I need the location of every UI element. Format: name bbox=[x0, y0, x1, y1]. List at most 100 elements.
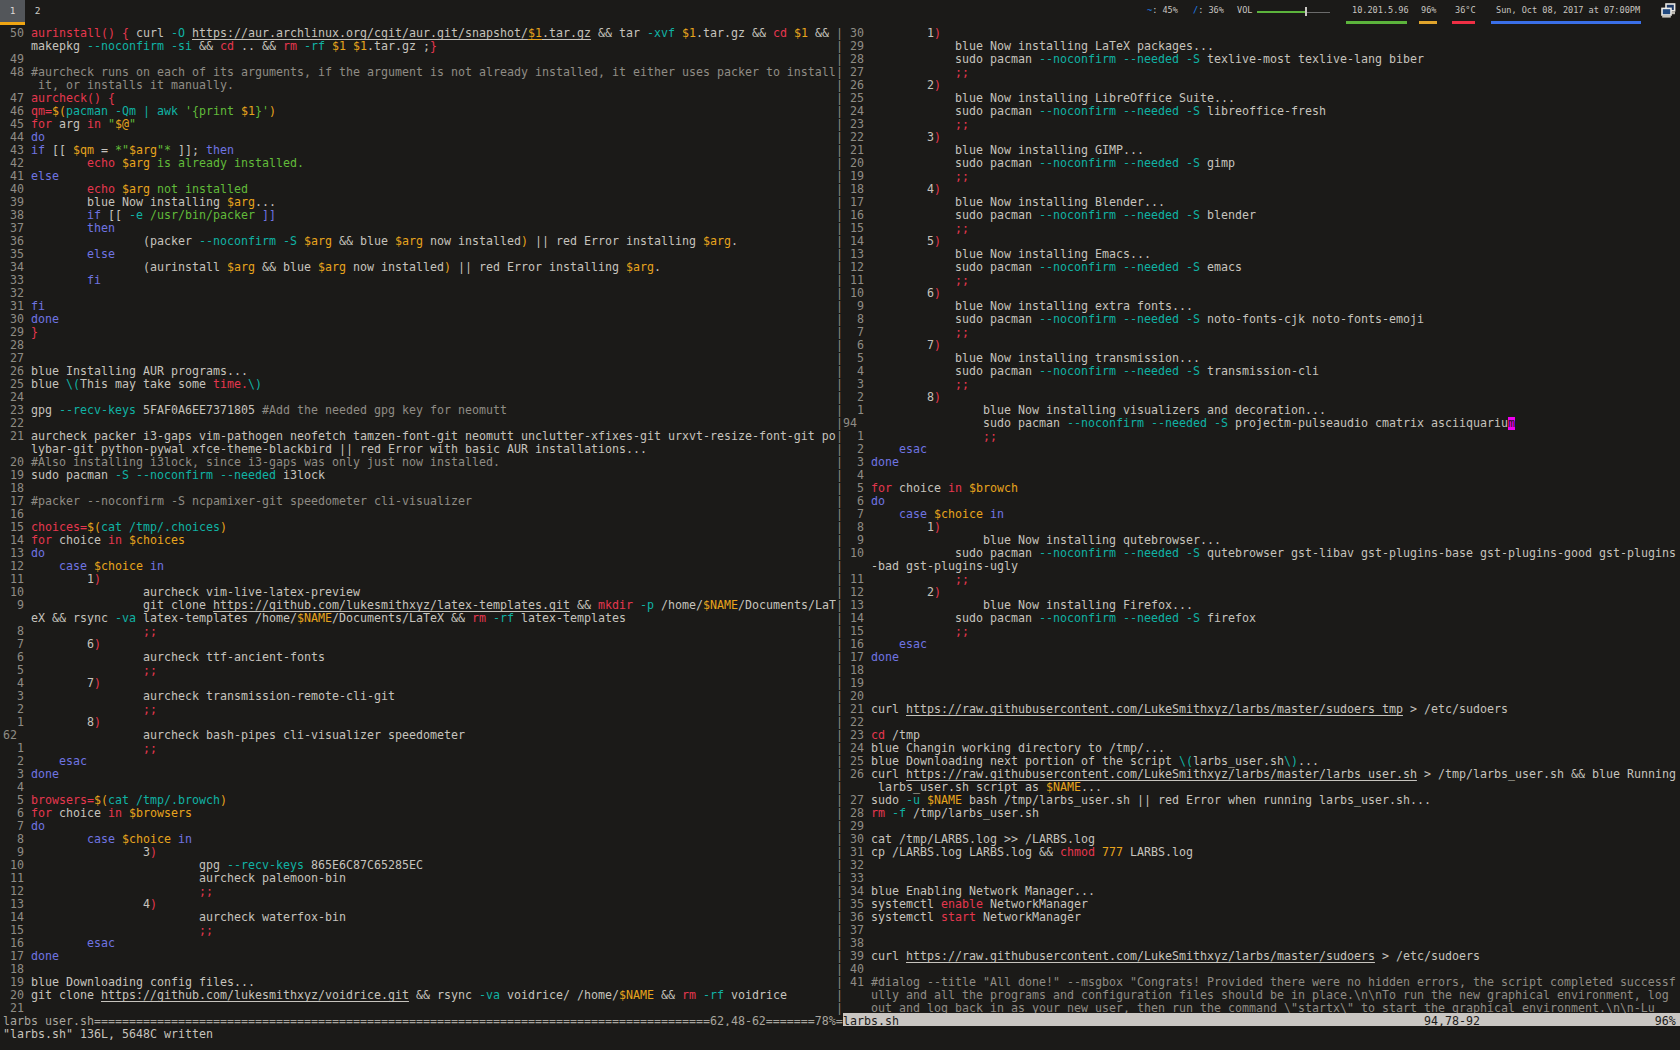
window-separator[interactable]: | bbox=[836, 196, 843, 209]
window-separator[interactable]: | bbox=[836, 443, 843, 456]
window-separator[interactable]: | bbox=[836, 118, 843, 131]
window-separator[interactable]: | bbox=[836, 157, 843, 170]
window-separator[interactable]: | bbox=[836, 430, 843, 443]
window-separator[interactable]: | bbox=[836, 599, 843, 612]
line-number: 20 bbox=[843, 690, 871, 703]
window-separator[interactable]: | bbox=[836, 391, 843, 404]
window-separator[interactable]: | bbox=[836, 92, 843, 105]
workspace-tag-2[interactable]: 2 bbox=[25, 0, 50, 25]
window-separator[interactable]: | bbox=[836, 469, 843, 482]
window-separator[interactable]: | bbox=[836, 261, 843, 274]
window-separator[interactable]: | bbox=[836, 742, 843, 755]
window-separator[interactable]: | bbox=[836, 417, 843, 430]
window-separator[interactable]: | bbox=[836, 79, 843, 92]
window-separator[interactable]: | bbox=[836, 209, 843, 222]
window-separator[interactable]: | bbox=[836, 794, 843, 807]
window-separator[interactable]: | bbox=[836, 612, 843, 625]
window-separator[interactable]: | bbox=[836, 651, 843, 664]
statusline-inactive-larbs-user[interactable]: larbs_user.sh===========================… bbox=[3, 1013, 843, 1026]
right-window-line: 37 bbox=[843, 924, 1676, 937]
window-separator[interactable]: | bbox=[836, 404, 843, 417]
vim-terminal[interactable]: 50 aurinstall() { curl -O https://aur.ar… bbox=[3, 25, 1677, 1039]
code-segment: && tar bbox=[591, 27, 647, 40]
code-segment: not installed bbox=[150, 183, 248, 196]
code-segment: else bbox=[87, 248, 115, 261]
window-separator[interactable]: | bbox=[836, 53, 843, 66]
window-separator[interactable]: | bbox=[836, 846, 843, 859]
window-separator[interactable]: | bbox=[836, 638, 843, 651]
window-separator[interactable]: | bbox=[836, 963, 843, 976]
window-separator[interactable]: | bbox=[836, 365, 843, 378]
statusline-active-larbs[interactable]: larbs.sh 94,78-92 96% bbox=[843, 1013, 1680, 1026]
window-separator[interactable]: | bbox=[836, 534, 843, 547]
window-separator[interactable]: | bbox=[836, 911, 843, 924]
right-window-line: 4 bbox=[843, 469, 1676, 482]
window-separator[interactable]: | bbox=[836, 664, 843, 677]
window-separator[interactable]: | bbox=[836, 976, 843, 989]
network-displays-tray-icon[interactable] bbox=[1660, 2, 1676, 18]
window-separator[interactable]: | bbox=[836, 586, 843, 599]
window-separator[interactable]: | bbox=[836, 105, 843, 118]
window-separator[interactable]: | bbox=[836, 131, 843, 144]
window-separator[interactable]: | bbox=[836, 300, 843, 313]
window-separator[interactable]: | bbox=[836, 950, 843, 963]
window-separator[interactable]: | bbox=[836, 781, 843, 794]
workspace-tag-1[interactable]: 1 bbox=[0, 0, 25, 25]
window-separator[interactable]: | bbox=[836, 27, 843, 40]
window-separator[interactable]: | bbox=[836, 573, 843, 586]
window-separator[interactable]: | bbox=[836, 898, 843, 911]
window-separator[interactable]: | bbox=[836, 859, 843, 872]
window-separator[interactable]: | bbox=[836, 768, 843, 781]
window-separator[interactable]: | bbox=[836, 989, 843, 1002]
window-separator[interactable]: | bbox=[836, 222, 843, 235]
window-separator[interactable]: | bbox=[836, 248, 843, 261]
window-separator[interactable]: | bbox=[836, 326, 843, 339]
window-separator[interactable]: | bbox=[836, 690, 843, 703]
window-separator[interactable]: | bbox=[836, 378, 843, 391]
window-separator[interactable]: | bbox=[836, 937, 843, 950]
window-separator[interactable]: | bbox=[836, 352, 843, 365]
code-segment: } bbox=[31, 326, 38, 339]
window-separator[interactable]: | bbox=[836, 40, 843, 53]
code-segment: -S bbox=[115, 469, 129, 482]
code-segment: --needed bbox=[1123, 365, 1179, 378]
line-number: 19 bbox=[3, 469, 31, 482]
code-segment: $1 bbox=[794, 27, 808, 40]
window-separator[interactable]: | bbox=[836, 885, 843, 898]
volume-slider-filled[interactable] bbox=[1257, 11, 1305, 13]
window-separator[interactable]: | bbox=[836, 313, 843, 326]
window-separator[interactable]: | bbox=[836, 625, 843, 638]
window-separator[interactable]: | bbox=[836, 872, 843, 885]
code-segment bbox=[31, 560, 59, 573]
window-separator[interactable]: | bbox=[836, 560, 843, 573]
window-separator[interactable]: | bbox=[836, 833, 843, 846]
volume-slider-track[interactable] bbox=[1307, 12, 1330, 13]
window-separator[interactable]: | bbox=[836, 807, 843, 820]
window-separator[interactable]: | bbox=[836, 274, 843, 287]
window-separator[interactable]: | bbox=[836, 183, 843, 196]
window-separator[interactable]: | bbox=[836, 703, 843, 716]
window-separator[interactable]: | bbox=[836, 508, 843, 521]
window-separator[interactable]: | bbox=[836, 495, 843, 508]
window-separator[interactable]: | bbox=[836, 170, 843, 183]
window-separator[interactable]: | bbox=[836, 677, 843, 690]
window-separator[interactable]: | bbox=[836, 287, 843, 300]
window-separator[interactable]: | bbox=[836, 820, 843, 833]
code-segment: (aurinstall bbox=[31, 261, 227, 274]
window-separator[interactable]: | bbox=[836, 235, 843, 248]
code-segment: ) bbox=[521, 235, 528, 248]
window-separator[interactable]: | bbox=[836, 339, 843, 352]
window-separator[interactable]: | bbox=[836, 729, 843, 742]
window-separator[interactable]: | bbox=[836, 924, 843, 937]
line-number: 28 bbox=[843, 53, 871, 66]
window-separator[interactable]: | bbox=[836, 144, 843, 157]
window-separator[interactable]: | bbox=[836, 66, 843, 79]
window-separator[interactable]: | bbox=[836, 521, 843, 534]
window-separator[interactable]: | bbox=[836, 482, 843, 495]
window-separator[interactable]: | bbox=[836, 755, 843, 768]
window-separator[interactable]: | bbox=[836, 547, 843, 560]
window-separator[interactable]: | bbox=[836, 456, 843, 469]
window-separator[interactable]: | bbox=[836, 716, 843, 729]
right-window-line: 6 7) bbox=[843, 339, 1676, 352]
line-number: 2 bbox=[3, 755, 31, 768]
